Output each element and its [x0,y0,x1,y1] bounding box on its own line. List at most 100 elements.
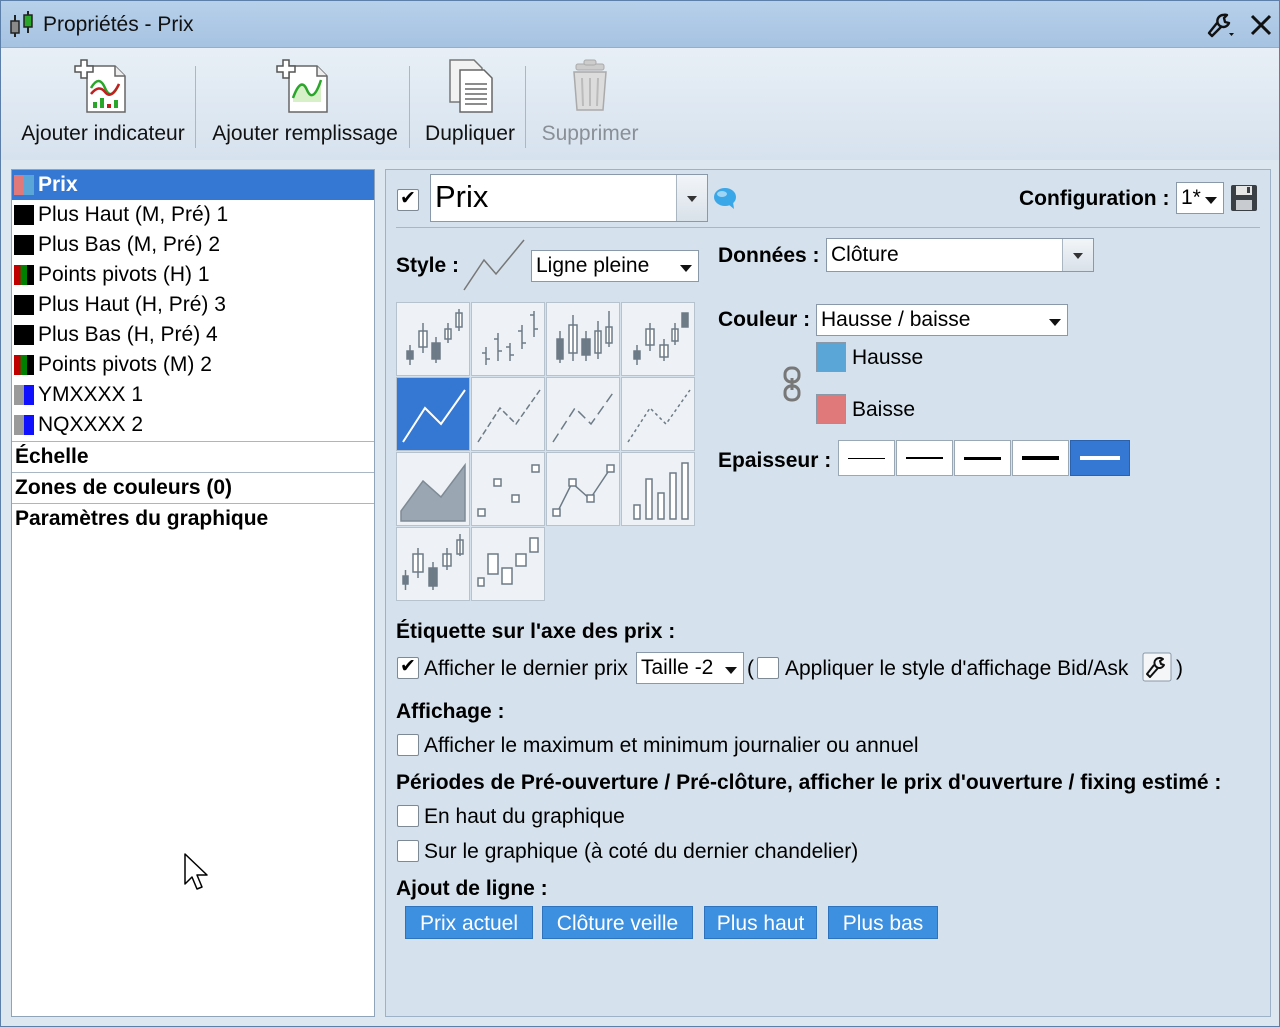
chart-type-boxes[interactable] [471,527,545,601]
tree-item-label: Plus Haut (H, Pré) 3 [38,293,226,316]
toolbar: Ajouter indicateur Ajouter remplissage D… [1,48,1279,160]
chart-type-ohlc-bars[interactable] [471,302,545,376]
window-title: Propriétés - Prix [43,13,194,36]
thickness-label: Epaisseur : [718,449,832,472]
add-line-low-button[interactable]: Plus bas [828,906,938,939]
add-fill-button[interactable]: Ajouter remplissage [205,56,405,156]
thickness-5[interactable] [1070,440,1130,476]
speech-bubble-icon[interactable] [712,186,738,210]
trash-icon [573,59,607,111]
tree-item-label: Points pivots (H) 1 [38,263,210,286]
thickness-selector [838,440,1130,476]
series-name-combo[interactable]: Prix [430,174,708,222]
chart-type-histogram[interactable] [621,452,695,526]
chart-type-hollow-candles[interactable] [546,302,620,376]
show-last-price-checkbox[interactable] [397,655,419,679]
visible-checkbox[interactable] [397,187,419,211]
color-swatch [14,235,34,255]
pre-opening-heading: Périodes de Pré-ouverture / Pré-clôture,… [396,771,1222,794]
tree-item-plus-bas-m[interactable]: Plus Bas (M, Pré) 2 [12,230,374,260]
chevron-down-icon [1049,318,1061,326]
data-label: Données : [718,244,820,267]
wrench-settings-icon[interactable] [1142,652,1172,682]
tree-item-nqxxxx[interactable]: NQXXXX 2 [12,410,374,440]
thickness-2[interactable] [896,440,953,476]
chevron-down-icon[interactable] [1062,239,1093,271]
color-swatch [14,355,34,375]
dotted-line-icon [627,389,691,443]
tree-item-plus-haut-m[interactable]: Plus Haut (M, Pré) 1 [12,200,374,230]
tree-section-zones-couleurs[interactable]: Zones de couleurs (0) [12,472,374,503]
toolbar-separator [409,66,410,148]
line-points-icon [552,464,615,517]
show-min-max-label: Afficher le maximum et minimum journalie… [424,734,919,757]
style-select[interactable]: Ligne pleine [531,250,699,282]
properties-panel: Prix Configuration : 1* Style : Ligne pl… [385,169,1271,1017]
display-heading: Affichage : [396,700,505,723]
chevron-down-icon [680,264,692,272]
add-indicator-button[interactable]: Ajouter indicateur [13,56,193,156]
tree-item-label: Plus Haut (M, Pré) 1 [38,203,229,226]
chart-type-solid-line[interactable] [396,377,470,451]
link-chain-icon[interactable] [782,366,802,402]
chart-type-heikin-ashi[interactable] [621,302,695,376]
chevron-down-icon[interactable] [676,175,707,221]
chart-type-candles[interactable] [396,302,470,376]
save-icon[interactable] [1229,183,1259,213]
series-name-value: Prix [435,179,489,214]
chart-type-dotted-line[interactable] [621,377,695,451]
close-icon[interactable] [1243,9,1279,41]
up-color-swatch[interactable] [816,342,846,372]
down-color-swatch[interactable] [816,394,846,424]
delete-label: Supprimer [541,122,639,145]
toolbar-separator [195,66,196,148]
tree-item-plus-haut-h[interactable]: Plus Haut (H, Pré) 3 [12,290,374,320]
configuration-value: 1* [1181,186,1201,209]
chart-type-dashed-line[interactable] [546,377,620,451]
tree-item-points-pivots-m[interactable]: Points pivots (M) 2 [12,350,374,380]
chart-type-area[interactable] [396,452,470,526]
tree-section-echelle[interactable]: Échelle [12,441,374,472]
add-line-current-price-button[interactable]: Prix actuel [405,906,533,939]
on-chart-checkbox[interactable] [397,840,419,862]
color-swatch [14,325,34,345]
tree-item-label: Prix [38,173,78,196]
thickness-3[interactable] [954,440,1011,476]
up-label: Hausse [852,346,924,369]
wrench-menu-icon[interactable] [1205,9,1241,41]
heikin-ashi-icon [633,312,689,365]
show-min-max-checkbox[interactable] [397,734,419,756]
bid-ask-style-checkbox[interactable] [757,657,779,679]
hollow-candles-icon [556,311,613,363]
chart-type-grid [396,302,698,604]
chart-type-dash-line[interactable] [471,377,545,451]
configuration-select[interactable]: 1* [1176,182,1224,214]
top-of-chart-checkbox[interactable] [397,805,419,827]
chart-type-line-points[interactable] [546,452,620,526]
data-value: Clôture [831,243,899,266]
thickness-4[interactable] [1012,440,1069,476]
color-swatch [14,265,34,285]
tree-section-parametres-graphique[interactable]: Paramètres du graphique [12,503,374,534]
tree-item-label: Points pivots (M) 2 [38,353,212,376]
add-line-heading: Ajout de ligne : [396,877,548,900]
add-line-previous-close-button[interactable]: Clôture veille [542,906,693,939]
chart-type-points[interactable] [471,452,545,526]
section-label: Zones de couleurs (0) [15,476,233,499]
properties-window: Propriétés - Prix Ajouter indicateur Ajo… [0,0,1280,1027]
tree-item-plus-bas-h[interactable]: Plus Bas (H, Pré) 4 [12,320,374,350]
section-label: Paramètres du graphique [15,507,269,530]
chart-type-candles-volume[interactable] [396,527,470,601]
thickness-1[interactable] [838,440,895,476]
label-size-select[interactable]: Taille -2 [636,652,744,684]
color-mode-select[interactable]: Hausse / baisse [816,304,1068,336]
tree-item-prix[interactable]: Prix [12,170,374,200]
delete-button[interactable]: Supprimer [535,56,645,156]
tree-item-ymxxxx[interactable]: YMXXXX 1 [12,380,374,410]
tree-item-label: YMXXXX 1 [38,383,144,406]
add-line-high-button[interactable]: Plus haut [704,906,817,939]
duplicate-button[interactable]: Dupliquer [419,56,521,156]
data-select[interactable]: Clôture [826,238,1094,272]
tree-item-points-pivots-h[interactable]: Points pivots (H) 1 [12,260,374,290]
tree-item-label: NQXXXX 2 [38,413,144,436]
